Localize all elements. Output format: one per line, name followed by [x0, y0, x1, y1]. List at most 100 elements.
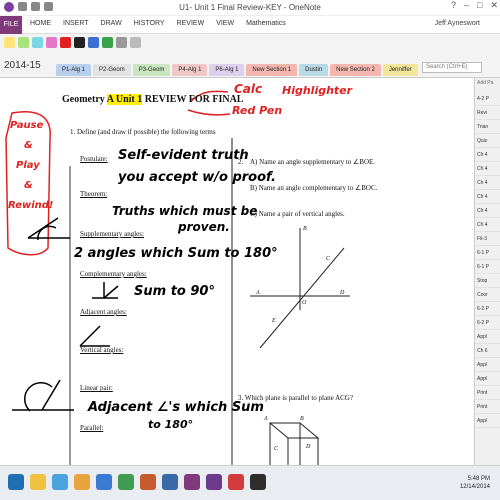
label-e: E [272, 318, 276, 324]
maximize-button[interactable]: □ [477, 0, 482, 11]
onenote-window: U1- Unit 1 Final Review-KEY - OneNote ? … [0, 0, 500, 500]
eraser-icon[interactable] [116, 37, 127, 48]
pen-black-icon[interactable] [74, 37, 85, 48]
ink-calc: Calc [234, 82, 263, 96]
label-b: B [303, 226, 307, 232]
term-linear-pair: Linear pair: [80, 384, 113, 392]
ie-icon[interactable] [52, 474, 68, 490]
label-c: C [326, 256, 331, 262]
excel-icon[interactable] [118, 474, 134, 490]
user-name[interactable]: Jeff Ayneswort [435, 20, 480, 27]
page-list-item[interactable]: Ch 4 [475, 176, 500, 190]
ink-theorem-def-2: proven. [178, 220, 230, 234]
ink-comp-def: Sum to 90° [134, 284, 215, 299]
page-list-item[interactable]: Stop [475, 274, 500, 288]
highlighter-blue-icon[interactable] [32, 37, 43, 48]
page-list-item[interactable]: Print [475, 386, 500, 400]
page-list-item[interactable]: Ch 4 [475, 218, 500, 232]
section-tab[interactable]: P3-Geom [132, 64, 171, 76]
page-list-item[interactable]: Ch 4 [475, 148, 500, 162]
ribbon: FILE HOME INSERT DRAW HISTORY REVIEW VIE… [0, 16, 500, 34]
section-tab[interactable]: P4-Alg 1 [172, 64, 208, 76]
comp-angle-sketch [92, 282, 119, 299]
app-2-icon[interactable] [228, 474, 244, 490]
start-icon[interactable] [8, 474, 24, 490]
section-tab[interactable]: New Section 2 [330, 64, 381, 76]
pen-green-icon[interactable] [102, 37, 113, 48]
section-tab[interactable]: Dustin [299, 64, 329, 76]
term-postulate: Postulate: [80, 155, 108, 163]
tab-insert[interactable]: INSERT [63, 20, 89, 27]
page-list-item[interactable]: Appl [475, 372, 500, 386]
prism-label-a: A [264, 416, 268, 422]
highlighter-yellow-icon[interactable] [4, 37, 15, 48]
page-list-item[interactable]: Trian [475, 120, 500, 134]
word-icon[interactable] [96, 474, 112, 490]
section-tab[interactable]: P6-Alg 1 [209, 64, 245, 76]
page-list-item[interactable]: Print [475, 400, 500, 414]
section-tab[interactable]: New Section 1 [246, 64, 298, 76]
page-list-item[interactable]: Coor [475, 288, 500, 302]
term-theorem: Theorem: [80, 190, 108, 198]
pen-blue-icon[interactable] [88, 37, 99, 48]
page-list-item[interactable]: Ch 4 [475, 162, 500, 176]
highlighter-green-icon[interactable] [18, 37, 29, 48]
ink-red-pen: Red Pen [232, 104, 283, 117]
page-list-item[interactable]: 4-2 P [475, 92, 500, 106]
label-d: D [340, 290, 345, 296]
explorer-icon[interactable] [30, 474, 46, 490]
section-tabs: P1-Alg 1 P2-Geom P3-Geom P4-Alg 1 P6-Alg 1 Ne… [56, 64, 418, 76]
close-button[interactable]: ✕ [490, 0, 498, 11]
page-list-item[interactable]: Appl [475, 330, 500, 344]
app-3-icon[interactable] [250, 474, 266, 490]
page-list-item[interactable]: 6-2 P [475, 316, 500, 330]
term-parallel: Parallel: [80, 424, 104, 432]
tab-review[interactable]: REVIEW [177, 20, 205, 27]
label-o: O [302, 300, 307, 306]
page-list-item[interactable]: 6-1 P [475, 260, 500, 274]
page-list-item[interactable]: Fit-3 [475, 232, 500, 246]
tab-home[interactable]: HOME [30, 20, 51, 27]
system-clock[interactable]: 5:48 PM 12/14/2014 [460, 475, 490, 491]
page-list-item[interactable]: 6-1 P [475, 246, 500, 260]
title-bar: U1- Unit 1 Final Review-KEY - OneNote ? … [0, 0, 500, 16]
section-tab[interactable]: P1-Alg 1 [56, 64, 92, 76]
prism-label-d: D [306, 444, 311, 450]
label-a: A [256, 290, 260, 296]
section-tab[interactable]: Jenniffer [382, 64, 418, 76]
lasso-icon[interactable] [130, 37, 141, 48]
tab-mathematics[interactable]: Mathematics [246, 20, 286, 27]
search-input[interactable]: Search (Ctrl+E) [422, 62, 482, 73]
page-list-item[interactable]: Quiz [475, 134, 500, 148]
pen-red-icon[interactable] [60, 37, 71, 48]
tab-history[interactable]: HISTORY [134, 20, 165, 27]
minimize-button[interactable]: – [464, 0, 469, 11]
onenote-taskbar-icon[interactable] [184, 474, 200, 490]
page-list-item[interactable]: Appl [475, 358, 500, 372]
window-title: U1- Unit 1 Final Review-KEY - OneNote [179, 3, 321, 12]
page-list-item[interactable]: Revi [475, 106, 500, 120]
highlighter-pink-icon[interactable] [46, 37, 57, 48]
page-list-item[interactable]: Ch 6 [475, 344, 500, 358]
powerpoint-icon[interactable] [140, 474, 156, 490]
page-list-item[interactable]: 6-2 P [475, 302, 500, 316]
ink-pause: Pause [10, 120, 44, 131]
tab-draw[interactable]: DRAW [101, 20, 122, 27]
page-list-item[interactable]: Appl [475, 414, 500, 428]
page-list-item[interactable]: Ch 4 [475, 204, 500, 218]
firefox-icon[interactable] [74, 474, 90, 490]
term-supplementary: Supplementary angles: [80, 230, 144, 238]
page-list-item[interactable]: Ch 4 [475, 190, 500, 204]
section-tab[interactable]: P2-Geom [93, 64, 131, 76]
page-canvas[interactable]: Geometry A Unit 1 REVIEW FOR FINAL 1. De… [0, 78, 474, 465]
file-tab[interactable]: FILE [0, 16, 22, 34]
ink-linear-def-2: to 180° [148, 418, 194, 431]
notebook-name[interactable]: 2014-15 [4, 60, 41, 71]
line-ec [259, 247, 345, 349]
ink-rewind: Rewind! [8, 200, 54, 211]
tab-view[interactable]: VIEW [216, 20, 234, 27]
help-button[interactable]: ? [451, 0, 456, 11]
add-page-button[interactable]: Add Pa [475, 78, 500, 92]
app-icon[interactable] [162, 474, 178, 490]
onenote-2-icon[interactable] [206, 474, 222, 490]
